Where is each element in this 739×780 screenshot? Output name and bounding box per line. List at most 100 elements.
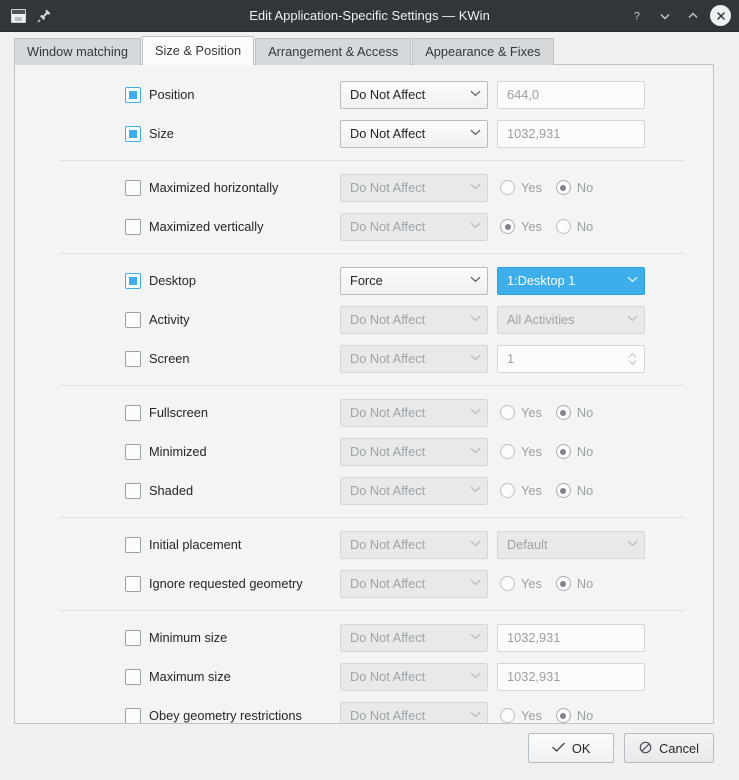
radio-no-maximized-horizontally[interactable]: No [555, 180, 594, 195]
checkbox-initial-placement[interactable] [125, 536, 141, 553]
tab-size-position[interactable]: Size & Position [142, 36, 255, 65]
radio-no-label-fullscreen: No [576, 405, 594, 420]
setting-row-obey-geometry-restrictions: Obey geometry restrictions Do Not Affect Y… [15, 696, 713, 723]
radio-no-dot-maximized-horizontally [555, 180, 571, 195]
mode-select-ignore-requested-geometry[interactable]: Do Not Affect [340, 569, 488, 598]
checkbox-minimized[interactable] [125, 443, 141, 460]
mode-select-maximum-size[interactable]: Do Not Affect [340, 662, 488, 691]
radio-no-maximized-vertically[interactable]: No [555, 219, 593, 234]
radio-yes-shaded[interactable]: Yes [500, 483, 542, 498]
mode-select-maximized-horizontally[interactable]: Do Not Affect [340, 173, 488, 202]
window-icon[interactable] [9, 7, 27, 25]
checkbox-maximized-vertically[interactable] [125, 218, 141, 235]
mode-select-screen[interactable]: Do Not Affect [340, 344, 488, 373]
mode-select-position[interactable]: Do Not Affect [340, 80, 488, 109]
ok-button[interactable]: OK [528, 733, 615, 763]
minimize-button[interactable] [654, 5, 676, 27]
radio-yes-dot-fullscreen [500, 405, 515, 420]
radio-no-label-maximized-horizontally: No [576, 180, 594, 195]
value-select-desktop[interactable]: 1:Desktop 1 [497, 266, 645, 295]
tab-window-matching[interactable]: Window matching [14, 38, 141, 65]
checkbox-shaded[interactable] [125, 482, 141, 499]
checkbox-ignore-requested-geometry[interactable] [125, 575, 141, 592]
row-label-group-screen: Screen [125, 350, 340, 367]
label-position: Position [149, 87, 195, 102]
tab-arrangement-access[interactable]: Arrangement & Access [255, 38, 412, 65]
radio-no-ignore-requested-geometry[interactable]: No [555, 576, 593, 591]
chevron-down-icon [470, 221, 481, 232]
maximize-button[interactable] [682, 5, 704, 27]
mode-select-obey-geometry-restrictions[interactable]: Do Not Affect [340, 701, 488, 723]
row-label-group-fullscreen: Fullscreen [125, 404, 340, 421]
radio-yes-label-obey-geometry-restrictions: Yes [521, 708, 542, 723]
chevron-down-icon [627, 275, 638, 286]
help-button[interactable]: ? [626, 5, 648, 27]
checkbox-fullscreen[interactable] [125, 404, 141, 421]
chevron-down-icon [470, 632, 481, 643]
radio-no-obey-geometry-restrictions[interactable]: No [555, 708, 593, 723]
mode-select-value-maximized-horizontally: Do Not Affect [350, 180, 426, 195]
radio-no-dot-obey-geometry-restrictions [555, 708, 571, 723]
radio-yes-maximized-vertically[interactable]: Yes [500, 219, 542, 234]
label-minimum-size: Minimum size [149, 630, 228, 645]
checkbox-maximized-horizontally[interactable] [125, 179, 141, 196]
radio-no-shaded[interactable]: No [555, 483, 593, 498]
radio-yes-maximized-horizontally[interactable]: Yes [500, 180, 542, 195]
radio-group-maximized-vertically: Yes No [497, 219, 645, 234]
chevron-down-icon [470, 539, 481, 550]
radio-no-dot-minimized [555, 444, 571, 459]
checkbox-size[interactable] [125, 125, 141, 142]
radio-group-minimized: Yes No [497, 444, 645, 459]
value-input-maximum-size[interactable]: 1032,931 [497, 662, 645, 691]
row-label-group-initial-placement: Initial placement [125, 536, 340, 553]
checkbox-obey-geometry-restrictions[interactable] [125, 707, 141, 723]
settings-dialog-window: Edit Application-Specific Settings — KWi… [0, 0, 739, 780]
radio-yes-label-maximized-horizontally: Yes [521, 180, 542, 195]
checkbox-screen[interactable] [125, 350, 141, 367]
value-input-size[interactable]: 1032,931 [497, 119, 645, 148]
mode-select-maximized-vertically[interactable]: Do Not Affect [340, 212, 488, 241]
mode-select-value-minimized: Do Not Affect [350, 444, 426, 459]
mode-select-minimum-size[interactable]: Do Not Affect [340, 623, 488, 652]
checkbox-position[interactable] [125, 86, 141, 103]
cancel-button[interactable]: Cancel [624, 733, 714, 763]
tab-appearance-fixes[interactable]: Appearance & Fixes [412, 38, 554, 65]
setting-row-size: Size Do Not Affect 1032,931 [15, 114, 713, 153]
value-input-position[interactable]: 644,0 [497, 80, 645, 109]
pin-icon[interactable] [35, 7, 53, 25]
value-select-initial-placement[interactable]: Default [497, 530, 645, 559]
mode-select-shaded[interactable]: Do Not Affect [340, 476, 488, 505]
mode-select-fullscreen[interactable]: Do Not Affect [340, 398, 488, 427]
checkbox-minimum-size[interactable] [125, 629, 141, 646]
close-button[interactable] [710, 5, 731, 26]
radio-no-minimized[interactable]: No [555, 444, 594, 459]
row-label-group-activity: Activity [125, 311, 340, 328]
mode-select-value-shaded: Do Not Affect [350, 483, 426, 498]
spinner-arrows-icon[interactable] [627, 351, 638, 367]
radio-yes-obey-geometry-restrictions[interactable]: Yes [500, 708, 542, 723]
setting-row-desktop: Desktop Force 1:Desktop 1 [15, 261, 713, 300]
mode-select-value-screen: Do Not Affect [350, 351, 426, 366]
value-spinbox-screen[interactable]: 1 [497, 344, 645, 373]
radio-yes-fullscreen[interactable]: Yes [500, 405, 542, 420]
label-ignore-requested-geometry: Ignore requested geometry [149, 576, 303, 591]
mode-select-initial-placement[interactable]: Do Not Affect [340, 530, 488, 559]
mode-select-size[interactable]: Do Not Affect [340, 119, 488, 148]
setting-row-shaded: Shaded Do Not Affect Yes No [15, 471, 713, 510]
value-select-activity[interactable]: All Activities [497, 305, 645, 334]
value-input-minimum-size[interactable]: 1032,931 [497, 623, 645, 652]
mode-select-activity[interactable]: Do Not Affect [340, 305, 488, 334]
mode-select-desktop[interactable]: Force [340, 266, 488, 295]
mode-select-minimized[interactable]: Do Not Affect [340, 437, 488, 466]
checkbox-desktop[interactable] [125, 272, 141, 289]
checkbox-maximum-size[interactable] [125, 668, 141, 685]
radio-no-fullscreen[interactable]: No [555, 405, 594, 420]
radio-yes-minimized[interactable]: Yes [500, 444, 542, 459]
radio-yes-ignore-requested-geometry[interactable]: Yes [500, 576, 542, 591]
radio-yes-dot-obey-geometry-restrictions [500, 708, 515, 723]
setting-row-maximized-vertically: Maximized vertically Do Not Affect Yes No [15, 207, 713, 246]
radio-group-obey-geometry-restrictions: Yes No [497, 708, 645, 723]
label-size: Size [149, 126, 174, 141]
checkbox-activity[interactable] [125, 311, 141, 328]
radio-no-label-minimized: No [576, 444, 594, 459]
